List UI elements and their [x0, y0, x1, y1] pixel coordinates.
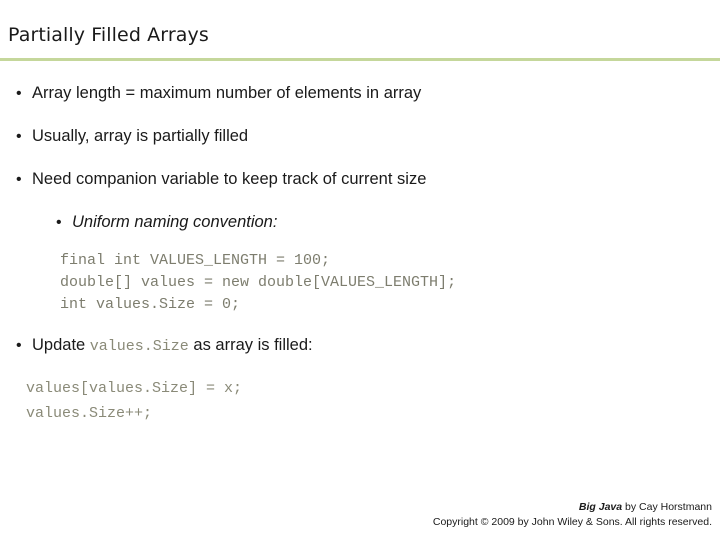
bullet-item: Array length = maximum number of element…	[14, 84, 421, 104]
footer-copyright: Copyright © 2009 by John Wiley & Sons. A…	[432, 515, 712, 528]
slide: Partially Filled Arrays Array length = m…	[0, 0, 720, 540]
footer-author: by Cay Horstmann	[622, 500, 712, 513]
title-divider	[0, 58, 720, 61]
page-title: Partially Filled Arrays	[8, 24, 209, 46]
bullet-item: Usually, array is partially filled	[14, 127, 248, 147]
bullet-item-update: Update values.Size as array is filled:	[14, 336, 313, 356]
code-block-update: values[values.Size] = x; values.Size++;	[26, 380, 243, 422]
update-bullet-prefix: Update	[32, 336, 90, 354]
update-bullet-code: values.Size	[89, 338, 189, 355]
code-block-declarations: final int VALUES_LENGTH = 100; double[] …	[60, 252, 457, 313]
footer-attribution: Big Java by Cay Horstmann	[433, 500, 712, 515]
slide-footer: Big Java by Cay Horstmann Copyright © 20…	[433, 500, 712, 530]
update-bullet-suffix: as array is filled:	[188, 336, 313, 354]
sub-bullet-item: Uniform naming convention:	[54, 213, 277, 233]
footer-book-title: Big Java	[578, 500, 623, 513]
bullet-item: Need companion variable to keep track of…	[14, 170, 426, 190]
